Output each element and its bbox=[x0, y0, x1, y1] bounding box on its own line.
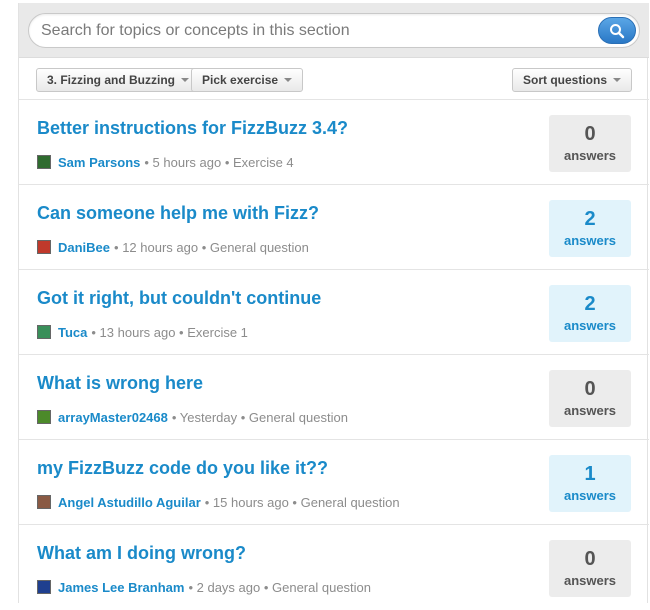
question-title-link[interactable]: What is wrong here bbox=[37, 373, 203, 394]
question-title-link[interactable]: Can someone help me with Fizz? bbox=[37, 203, 319, 224]
avatar[interactable] bbox=[37, 325, 51, 339]
search-button[interactable] bbox=[598, 17, 636, 44]
search-icon bbox=[610, 23, 625, 38]
answer-count: 0 bbox=[584, 123, 596, 145]
question-meta-text: • 12 hours ago • General question bbox=[114, 239, 309, 255]
question-meta: DaniBee • 12 hours ago • General questio… bbox=[37, 239, 309, 255]
question-meta: Tuca • 13 hours ago • Exercise 1 bbox=[37, 324, 248, 340]
answer-count: 1 bbox=[584, 463, 596, 485]
answer-count-label: answers bbox=[563, 488, 617, 503]
sort-dropdown-label: Sort questions bbox=[522, 73, 607, 87]
question-meta: James Lee Branham • 2 days ago • General… bbox=[37, 579, 371, 595]
answer-count-badge[interactable]: 1 answers bbox=[549, 455, 631, 512]
answer-count-label: answers bbox=[563, 573, 617, 588]
search-box bbox=[28, 13, 640, 48]
section-dropdown-label: 3. Fizzing and Buzzing bbox=[47, 73, 175, 87]
section-dropdown[interactable]: 3. Fizzing and Buzzing bbox=[36, 68, 200, 92]
answer-count-label: answers bbox=[563, 233, 617, 248]
author-link[interactable]: Angel Astudillo Aguilar bbox=[58, 495, 201, 510]
answer-count-badge[interactable]: 0 answers bbox=[549, 115, 631, 172]
author-link[interactable]: James Lee Branham bbox=[58, 580, 184, 595]
avatar[interactable] bbox=[37, 410, 51, 424]
question-title-link[interactable]: Got it right, but couldn't continue bbox=[37, 288, 321, 309]
question-meta: arrayMaster02468 • Yesterday • General q… bbox=[37, 409, 348, 425]
question-meta-text: • 15 hours ago • General question bbox=[204, 494, 400, 510]
answer-count-label: answers bbox=[563, 403, 617, 418]
answer-count-badge[interactable]: 0 answers bbox=[549, 540, 631, 597]
filter-toolbar: 3. Fizzing and Buzzing Pick exercise Sor… bbox=[19, 58, 649, 101]
list-item: What is wrong here arrayMaster02468 • Ye… bbox=[19, 355, 649, 440]
answer-count-badge[interactable]: 2 answers bbox=[549, 200, 631, 257]
list-item: my FizzBuzz code do you like it?? Angel … bbox=[19, 440, 649, 525]
answer-count-badge[interactable]: 0 answers bbox=[549, 370, 631, 427]
exercise-dropdown[interactable]: Pick exercise bbox=[191, 68, 304, 92]
question-meta-text: • Yesterday • General question bbox=[171, 409, 348, 425]
question-title-link[interactable]: Better instructions for FizzBuzz 3.4? bbox=[37, 118, 348, 139]
qa-panel: 3. Fizzing and Buzzing Pick exercise Sor… bbox=[18, 3, 649, 603]
question-meta: Angel Astudillo Aguilar • 15 hours ago •… bbox=[37, 494, 400, 510]
list-item: Can someone help me with Fizz? DaniBee •… bbox=[19, 185, 649, 270]
sort-dropdown[interactable]: Sort questions bbox=[511, 68, 632, 92]
author-link[interactable]: arrayMaster02468 bbox=[58, 410, 168, 425]
answer-count: 0 bbox=[584, 378, 596, 400]
question-meta-text: • 13 hours ago • Exercise 1 bbox=[91, 324, 248, 340]
chevron-down-icon bbox=[181, 78, 189, 82]
avatar[interactable] bbox=[37, 495, 51, 509]
chevron-down-icon bbox=[613, 78, 621, 82]
question-meta-text: • 2 days ago • General question bbox=[188, 579, 372, 595]
question-meta-text: • 5 hours ago • Exercise 4 bbox=[144, 154, 294, 170]
avatar[interactable] bbox=[37, 155, 51, 169]
answer-count-label: answers bbox=[563, 148, 617, 163]
list-item: Better instructions for FizzBuzz 3.4? Sa… bbox=[19, 100, 649, 185]
author-link[interactable]: DaniBee bbox=[58, 240, 110, 255]
search-input[interactable] bbox=[41, 20, 581, 42]
search-bar bbox=[19, 3, 649, 58]
answer-count: 2 bbox=[584, 208, 596, 230]
author-link[interactable]: Sam Parsons bbox=[58, 155, 140, 170]
list-item: What am I doing wrong? James Lee Branham… bbox=[19, 525, 649, 610]
question-title-link[interactable]: What am I doing wrong? bbox=[37, 543, 246, 564]
chevron-down-icon bbox=[284, 78, 293, 82]
question-title-link[interactable]: my FizzBuzz code do you like it?? bbox=[37, 458, 328, 479]
list-item: Got it right, but couldn't continue Tuca… bbox=[19, 270, 649, 355]
answer-count-badge[interactable]: 2 answers bbox=[549, 285, 631, 342]
exercise-dropdown-label: Pick exercise bbox=[202, 73, 279, 87]
author-link[interactable]: Tuca bbox=[58, 325, 87, 340]
answer-count-label: answers bbox=[563, 318, 617, 333]
avatar[interactable] bbox=[37, 580, 51, 594]
avatar[interactable] bbox=[37, 240, 51, 254]
question-meta: Sam Parsons • 5 hours ago • Exercise 4 bbox=[37, 154, 294, 170]
answer-count: 2 bbox=[584, 293, 596, 315]
question-list: Better instructions for FizzBuzz 3.4? Sa… bbox=[19, 100, 649, 610]
answer-count: 0 bbox=[584, 548, 596, 570]
